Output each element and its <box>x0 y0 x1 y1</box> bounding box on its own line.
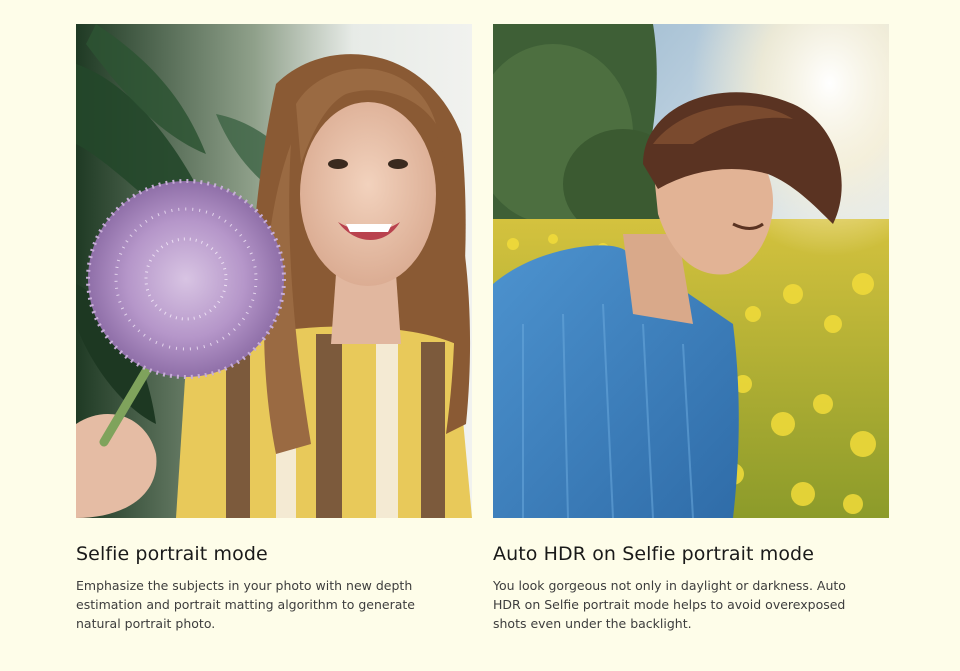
description-line: estimation and portrait matting algorith… <box>76 597 415 612</box>
auto-hdr-photo <box>493 24 889 518</box>
feature-card-selfie-portrait: Selfie portrait mode Emphasize the subje… <box>76 24 472 631</box>
auto-hdr-illustration <box>493 24 889 518</box>
section-description: You look gorgeous not only in daylight o… <box>493 576 889 633</box>
section-title: Auto HDR on Selfie portrait mode <box>493 543 814 565</box>
section-description: Emphasize the subjects in your photo wit… <box>76 576 472 633</box>
description-line: Emphasize the subjects in your photo wit… <box>76 578 413 593</box>
selfie-portrait-illustration <box>76 24 472 518</box>
section-title: Selfie portrait mode <box>76 543 268 565</box>
feature-card-auto-hdr: Auto HDR on Selfie portrait mode You loo… <box>493 24 889 631</box>
description-line: HDR on Selfie portrait mode helps to avo… <box>493 597 846 612</box>
description-line: natural portrait photo. <box>76 616 216 631</box>
selfie-portrait-photo <box>76 24 472 518</box>
description-line: You look gorgeous not only in daylight o… <box>493 578 846 593</box>
description-line: shots even under the backlight. <box>493 616 692 631</box>
